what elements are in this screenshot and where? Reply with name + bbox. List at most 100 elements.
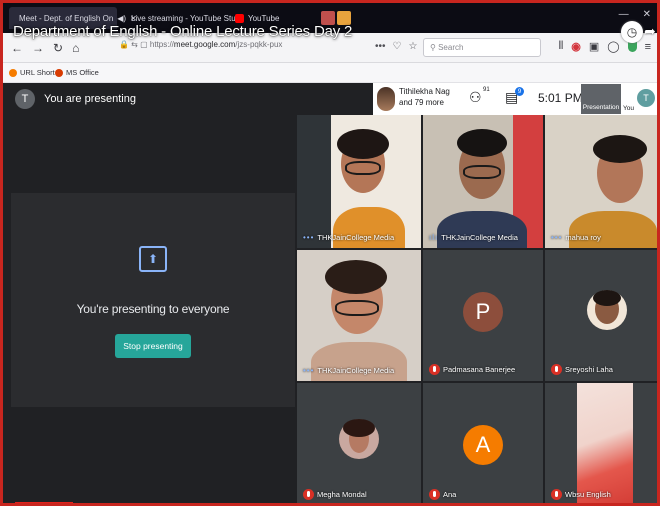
participant-name: mahua roy [565,233,601,242]
participant-tile[interactable]: Wbsu English [545,383,657,503]
mic-off-icon [303,489,314,500]
window-title: Department of English - Online Lecture S… [13,23,353,40]
participant-tile[interactable]: ılı THKJainCollege Media [423,115,543,248]
avatar: A [463,425,503,465]
person-hair [325,260,387,294]
mic-off-icon [429,489,440,500]
participant-tile[interactable]: P Padmasana Banerjee [423,250,543,381]
search-icon: ⚲ [430,43,439,52]
tile-label: ••• mahua roy [551,233,601,242]
stop-presenting-button[interactable]: Stop presenting [115,334,191,358]
screen-frame: Meet - Dept. of English On ◀) ✕ Live str… [0,0,660,506]
people-icon[interactable]: ⚇ [469,89,482,106]
participant-name: Ana [443,490,457,499]
participant-name: Sreyoshi Laha [565,365,613,374]
participant-name: Padmasana Banerjee [443,365,516,374]
tile-label: Megha Mondal [303,489,367,500]
person-hair [593,135,647,163]
participant-name: THKJainCollege Media [317,366,395,375]
url-domain: meet.google.com [173,40,236,49]
person-hair [343,419,375,437]
audio-dots-icon: ılı [429,233,439,242]
person-hair [457,129,507,157]
nav-buttons: ← → ↻ ⌂ [11,41,79,55]
tile-label: ılı THKJainCollege Media [429,233,518,242]
page-actions: ••• ♡ ☆ [375,41,417,52]
presentation-thumbnail[interactable]: Presentation [581,84,621,114]
bookmark-star-icon[interactable]: ☆ [408,41,417,52]
menu-icon[interactable]: ≡ [645,41,651,53]
presenting-label: You are presenting [44,93,136,105]
reload-icon[interactable]: ↻ [53,41,63,55]
background-shelf [297,115,331,248]
addon-icon[interactable]: ◉ [571,40,581,53]
participant-name: THKJainCollege Media [317,233,395,242]
youtube-icon [235,13,244,23]
participant-tile[interactable]: ••• THKJainCollege Media [297,250,421,381]
search-placeholder: Search [438,43,464,52]
home-icon[interactable]: ⌂ [72,41,79,55]
url-path: /jzs-pqkk-pux [235,40,283,49]
video-thumbnail [577,383,633,503]
presentation-panel: T You are presenting ⬆ You're presenting… [11,83,295,503]
chat-badge: 9 [515,87,524,96]
clock-time: 5:01 PM [538,91,583,105]
participant-tile[interactable]: Megha Mondal [297,383,421,503]
participant-name: Wbsu English [565,490,611,499]
toolbar-icons: ⫴ ◉ ▣ ◯ ≡ [559,40,651,53]
avatar: P [463,292,503,332]
tile-label: Ana [429,489,456,500]
lock-icon: 🔒 ⇆ ▢ [119,40,150,49]
glasses [463,165,501,179]
speaker-more: and 79 more [399,98,444,107]
participant-tile[interactable]: A Ana [423,383,543,503]
bookmark-label: URL Short [20,68,55,77]
glasses [335,300,379,316]
library-icon[interactable]: ⫴ [559,40,564,53]
window-controls: — ✕ [619,9,651,20]
video-progress-bar [15,502,73,503]
account-icon[interactable]: ◯ [607,40,619,53]
active-speaker: Tithilekha Nag and 79 more [399,86,450,108]
present-message: You're presenting to everyone [76,302,230,316]
minimize-icon[interactable]: — [619,9,629,20]
glasses [345,161,381,175]
participant-name: THKJainCollege Media [441,233,518,242]
speaker-thumbnail [377,87,395,111]
url-bar[interactable]: 🔒 ⇆ ▢ https://meet.google.com/jzs-pqkk-p… [119,40,282,49]
profile-avatar[interactable]: ◷ [621,21,643,43]
meet-header: Tithilekha Nag and 79 more ⚇ 91 ▤ 9 5:01… [373,83,657,115]
audio-dots-icon: ••• [303,366,315,375]
mic-off-icon [551,489,562,500]
tile-label: ••• THKJainCollege Media [303,366,394,375]
tab-label: YouTube [248,13,280,23]
person-hair [593,290,621,306]
audio-dots-icon: ••• [303,233,315,242]
clock-icon: ◷ [626,25,638,39]
person-body [569,211,657,248]
bookmark-url-short[interactable]: URL Short [9,68,55,77]
speaker-name: Tithilekha Nag [399,87,450,96]
close-window-icon[interactable]: ✕ [643,9,651,20]
pocket-icon[interactable]: ♡ [393,41,402,52]
office-icon [55,68,63,77]
share-icon[interactable]: ➦ [644,23,656,40]
tile-label: Padmasana Banerjee [429,364,515,375]
more-icon[interactable]: ••• [375,41,386,52]
bookmark-ms-office[interactable]: MS Office [55,68,99,77]
meet-area: T You are presenting ⬆ You're presenting… [3,83,657,503]
participant-tile[interactable]: ••• mahua roy [545,115,657,248]
search-input[interactable]: ⚲ Search [423,38,541,57]
mic-off-icon [429,364,440,375]
presentation-label: Presentation [582,104,620,111]
audio-dots-icon: ••• [551,233,563,242]
participant-tile[interactable]: ••• THKJainCollege Media [297,115,421,248]
forward-icon[interactable]: → [32,41,44,55]
participant-name: Megha Mondal [317,490,367,499]
avatar[interactable]: T [637,89,655,107]
mic-off-icon [551,364,562,375]
back-icon[interactable]: ← [11,41,23,55]
participant-tile[interactable]: Sreyoshi Laha [545,250,657,381]
reader-icon[interactable]: ▣ [589,40,599,53]
bookmarks-bar: URL Short MS Office [3,63,657,83]
